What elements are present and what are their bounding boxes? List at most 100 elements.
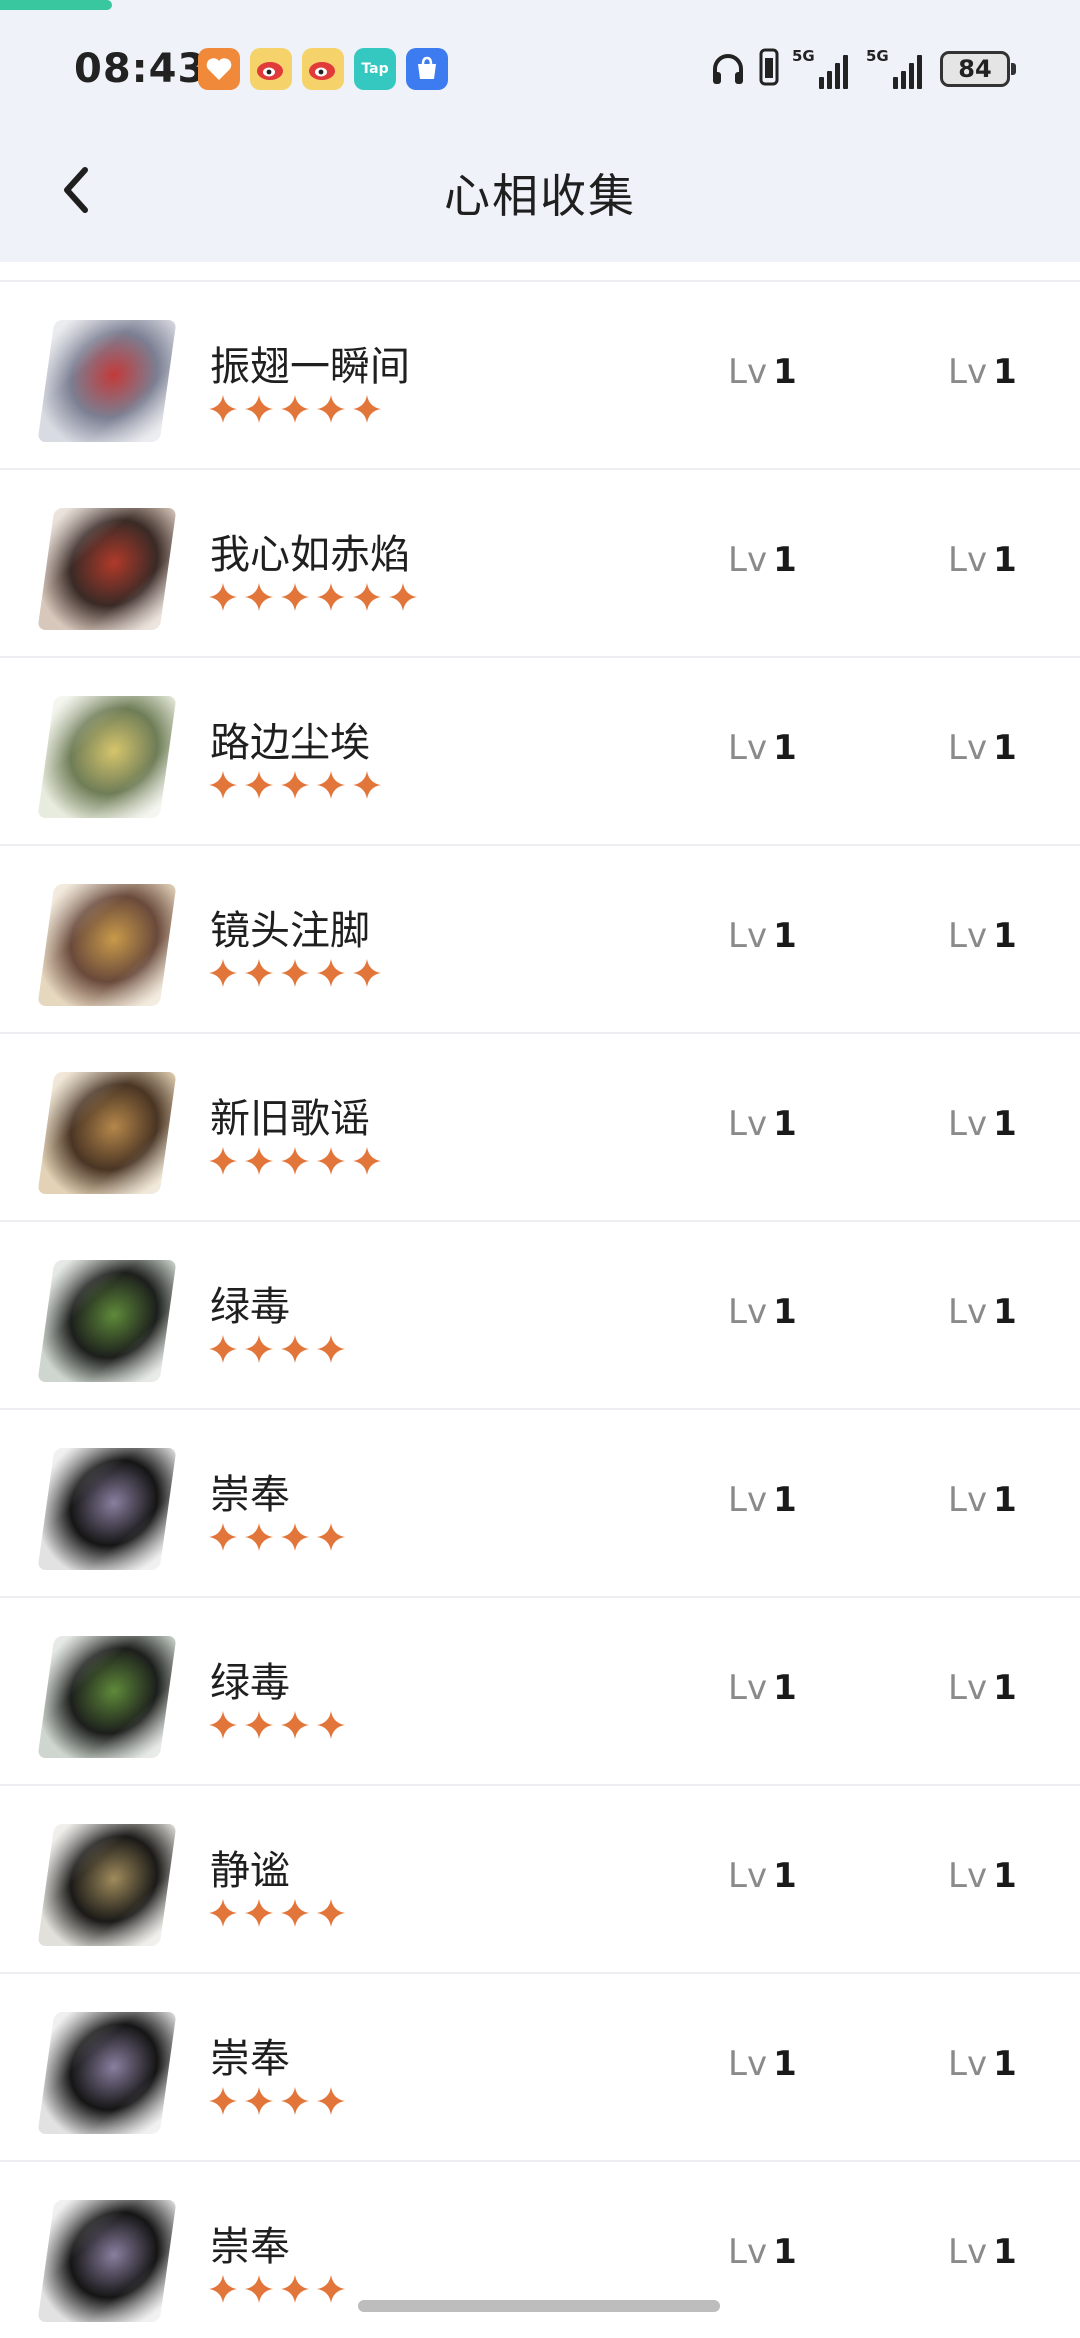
weibo-icon: [250, 48, 292, 90]
app-market-icon: [406, 48, 448, 90]
level-label: Lv: [948, 352, 988, 392]
level-display: Lv 1: [728, 1480, 797, 1520]
level-value: 1: [773, 1104, 797, 1144]
character-avatar: [37, 320, 177, 442]
star-icon: [209, 1335, 237, 1363]
level-value: 1: [993, 540, 1017, 580]
secondary-level-display: Lv 1: [948, 1668, 1017, 1708]
level-label: Lv: [728, 1856, 768, 1896]
level-display: Lv 1: [728, 1104, 797, 1144]
star-icon: [281, 2087, 309, 2115]
star-icon: [245, 959, 273, 987]
character-avatar: [37, 2012, 177, 2134]
item-name: 崇奉: [210, 2224, 290, 2270]
level-label: Lv: [728, 1668, 768, 1708]
star-rating: [208, 2274, 346, 2304]
list-item[interactable]: 崇奉 Lv 1 Lv 1: [0, 1974, 1080, 2162]
list-item[interactable]: 路边尘埃 Lv 1 Lv 1: [0, 658, 1080, 846]
level-label: Lv: [728, 728, 768, 768]
level-value: 1: [773, 2232, 797, 2272]
home-indicator[interactable]: [358, 2300, 720, 2312]
star-rating: [208, 582, 418, 612]
item-name: 静谧: [210, 1848, 290, 1894]
star-icon: [209, 1147, 237, 1175]
level-value: 1: [773, 1856, 797, 1896]
star-rating: [208, 770, 382, 800]
star-icon: [353, 959, 381, 987]
level-value: 1: [773, 2044, 797, 2084]
weibo-icon: [302, 48, 344, 90]
level-label: Lv: [948, 2044, 988, 2084]
level-label: Lv: [728, 1480, 768, 1520]
level-value: 1: [993, 1668, 1017, 1708]
list-item[interactable]: 我心如赤焰 Lv 1 Lv 1: [0, 470, 1080, 658]
level-value: 1: [993, 728, 1017, 768]
level-value: 1: [773, 1480, 797, 1520]
star-rating: [208, 1522, 346, 1552]
star-icon: [209, 2087, 237, 2115]
list-item[interactable]: 绿毒 Lv 1 Lv 1: [0, 1222, 1080, 1410]
star-icon: [245, 2087, 273, 2115]
star-icon: [281, 1335, 309, 1363]
star-rating: [208, 1334, 346, 1364]
character-avatar: [37, 1636, 177, 1758]
status-right: 5G 5G 84: [710, 47, 1016, 90]
list-item[interactable]: 镜头注脚 Lv 1 Lv 1: [0, 846, 1080, 1034]
signal-5g-icon: 5G: [866, 47, 928, 89]
star-icon: [245, 1523, 273, 1551]
star-icon: [245, 2275, 273, 2303]
list-item[interactable]: 崇奉 Lv 1 Lv 1: [0, 1410, 1080, 1598]
character-avatar: [37, 1824, 177, 1946]
level-label: Lv: [948, 1856, 988, 1896]
list-item[interactable]: 静谧 Lv 1 Lv 1: [0, 1786, 1080, 1974]
star-icon: [353, 771, 381, 799]
level-label: Lv: [948, 1292, 988, 1332]
star-icon: [353, 583, 381, 611]
star-icon: [245, 1335, 273, 1363]
star-icon: [281, 395, 309, 423]
heart-app-icon: [198, 48, 240, 90]
loading-progress: [0, 0, 112, 10]
star-rating: [208, 1898, 346, 1928]
notification-icons: Tap: [198, 48, 448, 90]
secondary-level-display: Lv 1: [948, 728, 1017, 768]
star-icon: [317, 1335, 345, 1363]
star-icon: [281, 771, 309, 799]
item-name: 绿毒: [210, 1284, 290, 1330]
list-item[interactable]: 绿毒 Lv 1 Lv 1: [0, 1598, 1080, 1786]
list-item[interactable]: 新旧歌谣 Lv 1 Lv 1: [0, 1034, 1080, 1222]
star-icon: [317, 583, 345, 611]
secondary-level-display: Lv 1: [948, 2232, 1017, 2272]
secondary-level-display: Lv 1: [948, 2044, 1017, 2084]
star-icon: [245, 1711, 273, 1739]
level-value: 1: [993, 1292, 1017, 1332]
secondary-level-display: Lv 1: [948, 1104, 1017, 1144]
level-value: 1: [993, 2044, 1017, 2084]
secondary-level-display: Lv 1: [948, 352, 1017, 392]
character-avatar: [37, 696, 177, 818]
star-icon: [209, 1711, 237, 1739]
character-avatar: [37, 1260, 177, 1382]
item-name: 新旧歌谣: [210, 1096, 370, 1142]
star-icon: [281, 583, 309, 611]
level-display: Lv 1: [728, 352, 797, 392]
tap-icon: Tap: [354, 48, 396, 90]
battery-icon: 84: [940, 51, 1016, 87]
secondary-level-display: Lv 1: [948, 1856, 1017, 1896]
list-item[interactable]: 振翅一瞬间 Lv 1 Lv 1: [0, 282, 1080, 470]
star-icon: [245, 1147, 273, 1175]
star-icon: [209, 583, 237, 611]
star-icon: [209, 1523, 237, 1551]
star-icon: [209, 959, 237, 987]
secondary-level-display: Lv 1: [948, 540, 1017, 580]
star-icon: [317, 1523, 345, 1551]
level-label: Lv: [948, 1104, 988, 1144]
star-icon: [281, 2275, 309, 2303]
star-rating: [208, 1710, 346, 1740]
star-icon: [209, 1899, 237, 1927]
level-label: Lv: [728, 2232, 768, 2272]
level-value: 1: [993, 1856, 1017, 1896]
level-label: Lv: [728, 916, 768, 956]
vibrate-icon: [758, 48, 780, 90]
level-label: Lv: [948, 916, 988, 956]
